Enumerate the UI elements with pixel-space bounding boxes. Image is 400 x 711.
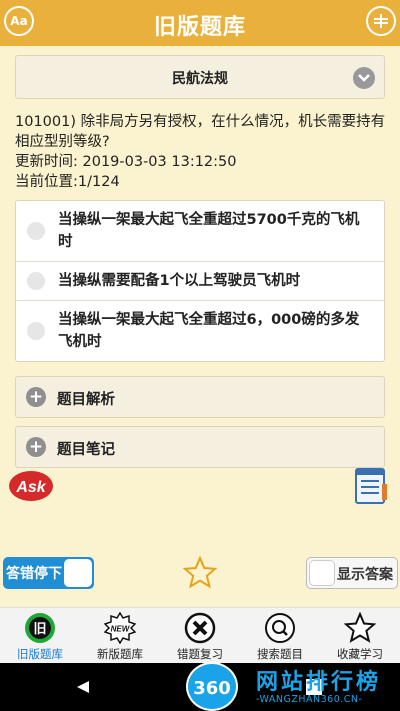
tab-new-bank[interactable]: NEW 新版题库: [80, 608, 160, 664]
tab-label: 收藏学习: [337, 647, 383, 661]
svg-text:旧: 旧: [33, 622, 46, 637]
watermark-url: -WANGZHAN360.CN-: [256, 694, 363, 705]
back-icon[interactable]: [76, 680, 90, 694]
wrong-x-icon: [184, 612, 216, 644]
updated-time: 更新时间: 2019-03-03 13:12:50: [15, 154, 237, 170]
bottom-tab-bar: 旧 旧版题库 NEW 新版题库 错题复习 搜索题目 收藏学习: [0, 607, 400, 663]
category-dropdown[interactable]: 民航法规: [15, 55, 385, 99]
analysis-label: 题目解析: [57, 392, 115, 408]
watermark-badge: 360: [186, 662, 238, 711]
search-icon: [265, 613, 295, 643]
notes-expander[interactable]: + 题目笔记: [15, 426, 385, 468]
notes-label: 题目笔记: [57, 442, 115, 458]
plus-icon: +: [26, 387, 46, 407]
option-item[interactable]: 当操纵需要配备1个以上驾驶员飞机时: [16, 262, 384, 301]
radio-button[interactable]: [27, 222, 45, 240]
current-position: 当前位置:1/124: [15, 174, 120, 190]
tab-wrong-review[interactable]: 错题复习: [160, 608, 240, 664]
toggle-knob: [309, 560, 335, 586]
options-list: 当操纵一架最大起飞全重超过5700千克的飞机时 当操纵需要配备1个以上驾驶员飞机…: [15, 200, 385, 362]
tab-label: 错题复习: [177, 647, 223, 661]
svg-text:NEW: NEW: [111, 625, 131, 634]
show-answer-toggle[interactable]: 显示答案: [306, 557, 398, 589]
question-text: 101001) 除非局方另有授权，在什么情况，机长需要持有相应型别等级?: [15, 114, 386, 150]
radio-button[interactable]: [27, 322, 45, 340]
tab-label: 旧版题库: [17, 647, 63, 661]
favorite-star-icon[interactable]: [183, 556, 217, 590]
option-item[interactable]: 当操纵一架最大起飞全重超过6，000磅的多发飞机时: [16, 301, 384, 361]
show-answer-label: 显示答案: [337, 567, 393, 583]
chevron-down-icon[interactable]: [353, 67, 375, 89]
card-icon[interactable]: [366, 6, 396, 36]
tab-search[interactable]: 搜索题目: [240, 608, 320, 664]
watermark-title: 网站排行榜: [256, 670, 382, 695]
tab-favorites[interactable]: 收藏学习: [320, 608, 400, 664]
star-icon: [344, 612, 376, 643]
option-item[interactable]: 当操纵一架最大起飞全重超过5700千克的飞机时: [16, 201, 384, 262]
tab-label: 搜索题目: [257, 647, 303, 661]
ask-logo-icon[interactable]: Ask: [7, 468, 55, 504]
option-label: 当操纵一架最大起飞全重超过5700千克的飞机时: [58, 212, 360, 250]
notepad-icon[interactable]: [352, 466, 390, 506]
tab-label: 新版题库: [97, 647, 143, 661]
toggle-knob: [64, 559, 92, 587]
new-badge-icon: NEW: [104, 612, 136, 644]
watermark: 360 网站排行榜 -WANGZHAN360.CN-: [186, 662, 398, 711]
app-header: Aa 旧版题库: [0, 0, 400, 46]
plus-icon: +: [26, 437, 46, 457]
old-bank-icon: 旧: [25, 613, 55, 643]
tab-old-bank[interactable]: 旧 旧版题库: [0, 608, 80, 664]
radio-button[interactable]: [27, 272, 45, 290]
page-title: 旧版题库: [153, 15, 246, 40]
svg-text:Ask: Ask: [15, 479, 46, 496]
stop-on-wrong-label: 答错停下: [6, 566, 62, 582]
category-label: 民航法规: [172, 71, 228, 87]
stop-on-wrong-toggle[interactable]: 答错停下: [3, 557, 94, 589]
option-label: 当操纵需要配备1个以上驾驶员飞机时: [58, 273, 301, 289]
option-label: 当操纵一架最大起飞全重超过6，000磅的多发飞机时: [58, 312, 360, 350]
analysis-expander[interactable]: + 题目解析: [15, 376, 385, 418]
